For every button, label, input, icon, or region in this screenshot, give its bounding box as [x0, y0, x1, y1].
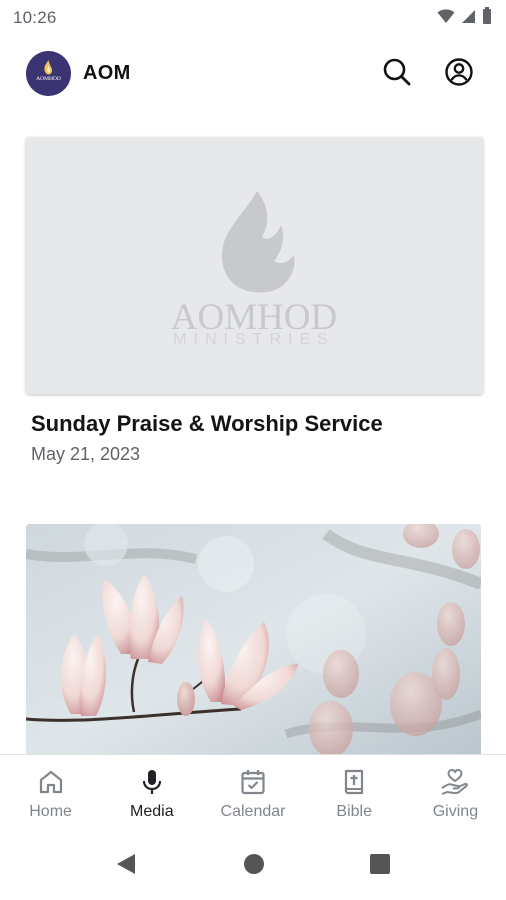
- back-icon: [115, 852, 137, 881]
- account-circle-icon: [444, 57, 474, 92]
- account-button[interactable]: [441, 56, 477, 92]
- bottom-navigation: Home Media Calendar Bible Giving: [0, 754, 506, 833]
- nav-item-giving[interactable]: Giving: [405, 755, 506, 833]
- nav-label-bible: Bible: [336, 803, 372, 820]
- battery-icon: [482, 7, 492, 29]
- cellular-signal-icon: [461, 8, 476, 29]
- media-item-title[interactable]: Sunday Praise & Worship Service: [31, 411, 383, 437]
- search-button[interactable]: [379, 56, 415, 92]
- home-circle-icon: [243, 853, 265, 880]
- microphone-icon: [137, 767, 167, 797]
- logo-wordmark: AOMHOD: [36, 76, 61, 82]
- placeholder-subtitle: MINISTRIES: [173, 331, 335, 348]
- nav-label-media: Media: [130, 803, 174, 820]
- status-bar: 10:26: [0, 0, 506, 36]
- system-home-button[interactable]: [242, 853, 266, 880]
- media-item-date: May 21, 2023: [31, 444, 141, 464]
- media-item-thumbnail[interactable]: AOMHOD MINISTRIES: [26, 137, 483, 394]
- system-navigation-bar: [0, 832, 506, 900]
- system-back-button[interactable]: [114, 852, 138, 881]
- media-item-thumbnail-photo[interactable]: [26, 524, 481, 754]
- recents-icon: [369, 853, 391, 880]
- home-icon: [36, 767, 66, 797]
- app-logo[interactable]: AOMHOD: [26, 51, 71, 96]
- system-recents-button[interactable]: [368, 853, 392, 880]
- nav-item-media[interactable]: Media: [101, 755, 202, 833]
- nav-item-bible[interactable]: Bible: [304, 755, 405, 833]
- calendar-check-icon: [238, 767, 268, 797]
- nav-label-calendar: Calendar: [220, 803, 286, 820]
- bible-icon: [339, 767, 369, 797]
- app-bar: AOMHOD AOM: [0, 46, 506, 102]
- nav-item-home[interactable]: Home: [0, 755, 101, 833]
- search-icon: [382, 57, 412, 92]
- placeholder-logo: AOMHOD MINISTRIES: [171, 191, 337, 348]
- nav-label-home: Home: [29, 803, 72, 820]
- nav-label-giving: Giving: [432, 803, 479, 820]
- status-time: 10:26: [13, 8, 57, 27]
- app-title: AOM: [83, 62, 131, 84]
- app-screen: 10:26 AOMHOD AOM AOMHOD MINISTRIES Sunda…: [0, 0, 506, 900]
- giving-heart-hand-icon: [440, 767, 470, 797]
- wifi-icon: [437, 8, 455, 29]
- flame-dove-icon: [222, 191, 295, 293]
- magnolia-photo: [26, 524, 481, 754]
- media-list[interactable]: AOMHOD MINISTRIES Sunday Praise & Worshi…: [0, 110, 506, 754]
- status-icons: [437, 7, 492, 29]
- nav-item-calendar[interactable]: Calendar: [202, 755, 303, 833]
